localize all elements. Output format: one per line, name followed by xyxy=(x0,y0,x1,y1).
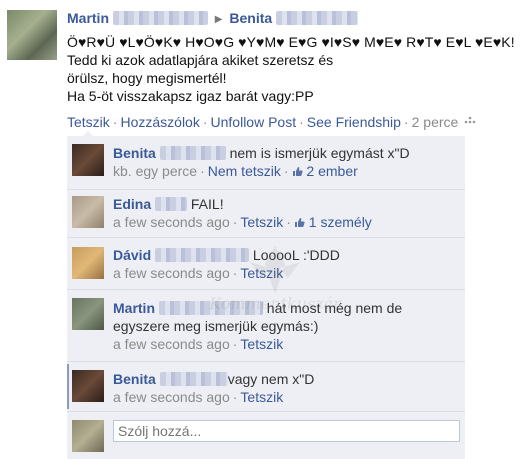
message-line: örülsz, hogy megismertél! xyxy=(67,70,227,86)
separator-dot: · xyxy=(299,114,304,130)
viewer-avatar xyxy=(72,420,104,452)
unlike-link[interactable]: Nem tetszik xyxy=(208,163,281,179)
commenter-name[interactable]: Dávid xyxy=(113,247,151,263)
comment-text: FAIL! xyxy=(190,196,224,212)
author-name[interactable]: Martin xyxy=(67,10,109,26)
new-comment-marker xyxy=(67,364,69,409)
comment-timestamp[interactable]: a few seconds ago xyxy=(113,265,230,281)
commenter-name[interactable]: Edina xyxy=(113,196,151,212)
post-message: Ö♥R♥Ü ♥L♥Ö♥K♥ H♥O♥G ♥Y♥M♥ E♥G ♥I♥S♥ M♥E♥… xyxy=(67,33,529,105)
comment-text: vagy nem x"D xyxy=(227,371,315,387)
message-line: Ö♥R♥Ü ♥L♥Ö♥K♥ H♥O♥G ♥Y♥M♥ E♥G ♥I♥S♥ M♥E♥… xyxy=(67,34,515,50)
comment-timestamp[interactable]: a few seconds ago xyxy=(113,214,230,230)
commenter-name[interactable]: Benita xyxy=(113,371,156,387)
comment-item: Martin hát most még nem de egyszere meg … xyxy=(67,290,465,362)
see-friendship-link[interactable]: See Friendship xyxy=(307,114,401,130)
like-link[interactable]: Tetszik xyxy=(240,389,283,405)
comment-text: hát most még nem de xyxy=(266,300,403,316)
commenter-avatar[interactable] xyxy=(72,196,104,228)
message-line: Tedd ki azok adatlapjára akiket szeretsz… xyxy=(67,52,334,68)
comment-item: Dávid LooooL :'DDD a few seconds ago · Tet… xyxy=(67,238,465,290)
comment-composer xyxy=(67,412,465,459)
comment-list: Benita nem is ismerjük egymást x"D kb. e… xyxy=(67,131,465,459)
like-link[interactable]: Tetszik xyxy=(240,336,283,352)
ellipsis-icon[interactable] xyxy=(464,115,476,127)
story-header: Martin ▶ Benita xyxy=(67,10,359,26)
commenter-avatar[interactable] xyxy=(72,370,104,402)
commenter-name[interactable]: Benita xyxy=(113,145,156,161)
comment-body: Edina FAIL! a few seconds ago · Tetszik · 1… xyxy=(113,196,372,230)
comment-text: egyszere meg ismerjük egymás:) xyxy=(113,318,319,334)
like-count-link[interactable]: 1 személy xyxy=(309,214,372,230)
redacted-surname xyxy=(276,11,359,25)
message-line: Ha 5-öt visszakapsz igaz barát vagy:PP xyxy=(67,88,314,104)
commenter-avatar[interactable] xyxy=(72,298,104,330)
comment-text: LooooL :'DDD xyxy=(252,247,340,263)
triangle-right-icon: ▶ xyxy=(214,14,223,25)
post-actions: Tetszik · Hozzászólok · Unfollow Post · See Fr… xyxy=(67,114,476,130)
redacted-surname xyxy=(159,146,226,160)
comment-body: Benita vagy nem x"D a few seconds ago · Te… xyxy=(113,371,315,405)
comment-text: nem is ismerjük egymást x"D xyxy=(229,145,410,161)
redacted-surname xyxy=(155,197,188,211)
recipient-name[interactable]: Benita xyxy=(229,10,272,26)
redacted-surname xyxy=(155,248,250,262)
comment-body: Dávid LooooL :'DDD a few seconds ago · Tet… xyxy=(113,247,340,281)
commenter-avatar[interactable] xyxy=(72,144,104,176)
thumbs-up-icon xyxy=(292,163,303,176)
separator-dot: · xyxy=(202,114,208,130)
separator-dot: · xyxy=(112,114,118,130)
like-link[interactable]: Tetszik xyxy=(67,114,110,130)
author-avatar[interactable] xyxy=(7,10,57,60)
redacted-surname xyxy=(112,11,208,25)
story: Martin ▶ Benita Ö♥R♥Ü ♥L♥Ö♥K♥ H♥O♥G ♥Y♥M… xyxy=(0,0,532,459)
comment-input[interactable] xyxy=(113,420,460,442)
comment-timestamp[interactable]: kb. egy perce xyxy=(113,163,197,179)
comment-body: Martin hát most még nem de egyszere meg … xyxy=(113,299,459,353)
separator-dot: · xyxy=(403,114,409,130)
like-link[interactable]: Tetszik xyxy=(240,214,283,230)
comment-timestamp[interactable]: a few seconds ago xyxy=(113,336,230,352)
like-link[interactable]: Tetszik xyxy=(240,265,283,281)
like-count-link[interactable]: 2 ember xyxy=(306,163,357,179)
redacted-surname xyxy=(159,372,228,386)
redacted-surname xyxy=(158,301,263,315)
comment-timestamp[interactable]: a few seconds ago xyxy=(113,389,230,405)
unfollow-link[interactable]: Unfollow Post xyxy=(211,114,297,130)
commenter-avatar[interactable] xyxy=(72,247,104,279)
comment-link[interactable]: Hozzászólok xyxy=(120,114,199,130)
thumbs-up-icon xyxy=(294,214,305,227)
comment-item: Edina FAIL! a few seconds ago · Tetszik · 1… xyxy=(67,190,465,238)
post-timestamp[interactable]: 2 perce xyxy=(412,114,459,130)
comment-item: Benita nem is ismerjük egymást x"D kb. e… xyxy=(67,136,465,190)
commenter-name[interactable]: Martin xyxy=(113,300,155,316)
comment-body: Benita nem is ismerjük egymást x"D kb. e… xyxy=(113,145,410,179)
comment-item: Benita vagy nem x"D a few seconds ago · Te… xyxy=(67,362,465,412)
